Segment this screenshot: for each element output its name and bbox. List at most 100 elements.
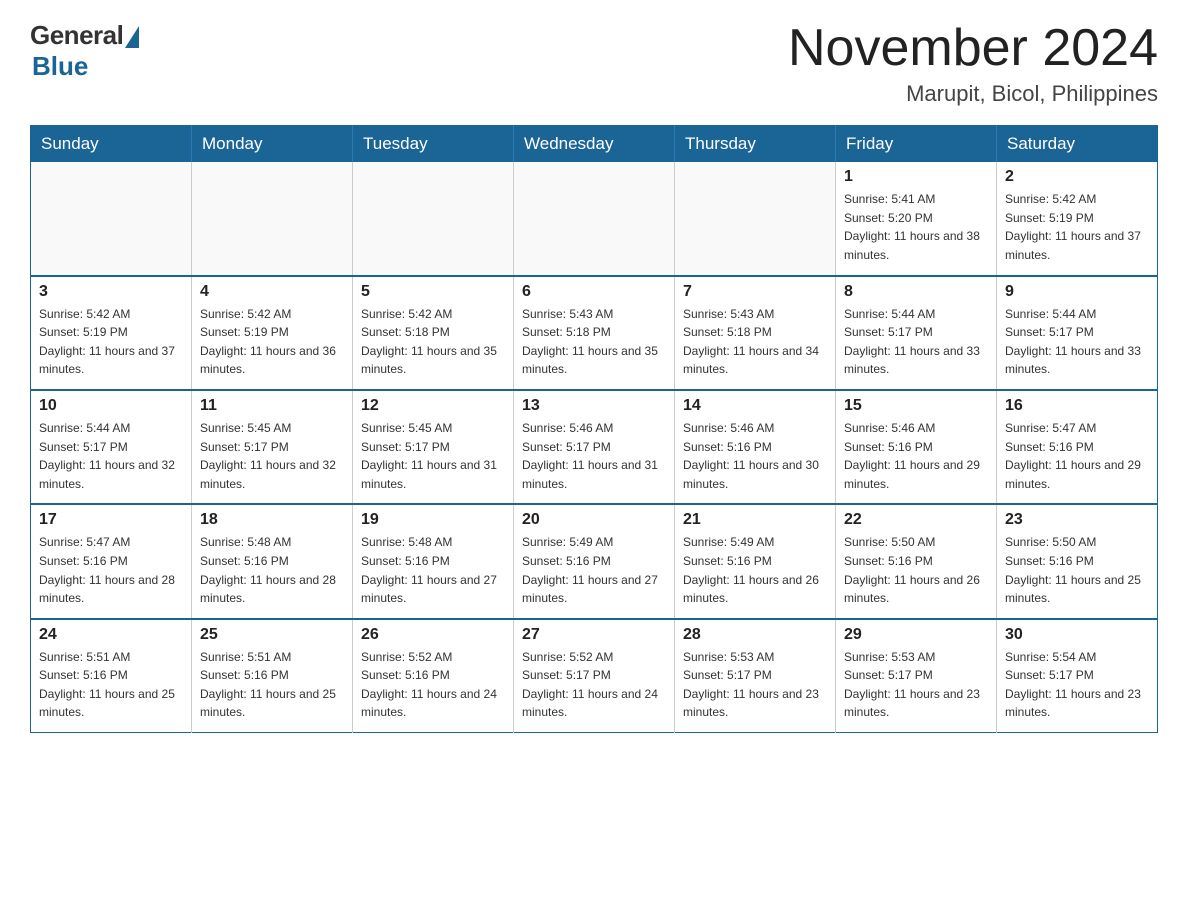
calendar-cell: 1 Sunrise: 5:41 AMSunset: 5:20 PMDaylight…	[836, 162, 997, 275]
day-number: 20	[522, 511, 666, 529]
logo-general-text: General	[30, 20, 123, 51]
weekday-header-thursday: Thursday	[675, 126, 836, 163]
day-number: 12	[361, 397, 505, 415]
day-number: 1	[844, 168, 988, 186]
weekday-header-row: SundayMondayTuesdayWednesdayThursdayFrid…	[31, 126, 1158, 163]
day-info: Sunrise: 5:49 AMSunset: 5:16 PMDaylight:…	[683, 533, 827, 607]
day-number: 10	[39, 397, 183, 415]
logo-blue-text: Blue	[32, 51, 88, 81]
week-row-1: 1 Sunrise: 5:41 AMSunset: 5:20 PMDaylight…	[31, 162, 1158, 275]
calendar-cell: 21Sunrise: 5:49 AMSunset: 5:16 PMDayligh…	[675, 504, 836, 618]
day-info: Sunrise: 5:48 AMSunset: 5:16 PMDaylight:…	[200, 533, 344, 607]
calendar-cell: 4 Sunrise: 5:42 AMSunset: 5:19 PMDaylight…	[192, 276, 353, 390]
calendar-cell	[514, 162, 675, 275]
day-number: 25	[200, 626, 344, 644]
day-number: 30	[1005, 626, 1149, 644]
day-number: 23	[1005, 511, 1149, 529]
day-info: Sunrise: 5:44 AMSunset: 5:17 PMDaylight:…	[39, 419, 183, 493]
day-number: 18	[200, 511, 344, 529]
week-row-3: 10 Sunrise: 5:44 AMSunset: 5:17 PMDayligh…	[31, 390, 1158, 504]
day-number: 3	[39, 283, 183, 301]
weekday-header-tuesday: Tuesday	[353, 126, 514, 163]
day-number: 15	[844, 397, 988, 415]
day-info: Sunrise: 5:50 AMSunset: 5:16 PMDaylight:…	[844, 533, 988, 607]
day-info: Sunrise: 5:46 AMSunset: 5:16 PMDaylight:…	[844, 419, 988, 493]
calendar-cell: 25 Sunrise: 5:51 AMSunset: 5:16 PMDayligh…	[192, 619, 353, 733]
calendar-table: SundayMondayTuesdayWednesdayThursdayFrid…	[30, 125, 1158, 733]
calendar-cell: 23 Sunrise: 5:50 AMSunset: 5:16 PMDayligh…	[997, 504, 1158, 618]
calendar-cell	[31, 162, 192, 275]
day-info: Sunrise: 5:52 AMSunset: 5:17 PMDaylight:…	[522, 648, 666, 722]
calendar-cell: 27 Sunrise: 5:52 AMSunset: 5:17 PMDayligh…	[514, 619, 675, 733]
title-section: November 2024 Marupit, Bicol, Philippine…	[788, 20, 1158, 107]
day-info: Sunrise: 5:41 AMSunset: 5:20 PMDaylight:…	[844, 190, 988, 264]
calendar-cell: 18 Sunrise: 5:48 AMSunset: 5:16 PMDayligh…	[192, 504, 353, 618]
calendar-cell: 14 Sunrise: 5:46 AMSunset: 5:16 PMDayligh…	[675, 390, 836, 504]
day-info: Sunrise: 5:42 AMSunset: 5:19 PMDaylight:…	[200, 305, 344, 379]
day-info: Sunrise: 5:43 AMSunset: 5:18 PMDaylight:…	[522, 305, 666, 379]
calendar-cell: 11 Sunrise: 5:45 AMSunset: 5:17 PMDayligh…	[192, 390, 353, 504]
day-number: 29	[844, 626, 988, 644]
calendar-cell: 9 Sunrise: 5:44 AMSunset: 5:17 PMDaylight…	[997, 276, 1158, 390]
day-info: Sunrise: 5:44 AMSunset: 5:17 PMDaylight:…	[844, 305, 988, 379]
calendar-cell: 29 Sunrise: 5:53 AMSunset: 5:17 PMDayligh…	[836, 619, 997, 733]
calendar-cell: 7Sunrise: 5:43 AMSunset: 5:18 PMDaylight…	[675, 276, 836, 390]
day-number: 4	[200, 283, 344, 301]
day-info: Sunrise: 5:48 AMSunset: 5:16 PMDaylight:…	[361, 533, 505, 607]
calendar-cell: 26Sunrise: 5:52 AMSunset: 5:16 PMDayligh…	[353, 619, 514, 733]
day-number: 9	[1005, 283, 1149, 301]
day-info: Sunrise: 5:49 AMSunset: 5:16 PMDaylight:…	[522, 533, 666, 607]
week-row-2: 3 Sunrise: 5:42 AMSunset: 5:19 PMDaylight…	[31, 276, 1158, 390]
day-number: 5	[361, 283, 505, 301]
day-number: 19	[361, 511, 505, 529]
calendar-cell	[192, 162, 353, 275]
calendar-cell	[353, 162, 514, 275]
day-number: 28	[683, 626, 827, 644]
day-info: Sunrise: 5:46 AMSunset: 5:16 PMDaylight:…	[683, 419, 827, 493]
calendar-cell: 19 Sunrise: 5:48 AMSunset: 5:16 PMDayligh…	[353, 504, 514, 618]
day-info: Sunrise: 5:42 AMSunset: 5:18 PMDaylight:…	[361, 305, 505, 379]
page-header: General Blue November 2024 Marupit, Bico…	[30, 20, 1158, 107]
calendar-cell: 28 Sunrise: 5:53 AMSunset: 5:17 PMDayligh…	[675, 619, 836, 733]
day-info: Sunrise: 5:47 AMSunset: 5:16 PMDaylight:…	[1005, 419, 1149, 493]
calendar-cell: 13Sunrise: 5:46 AMSunset: 5:17 PMDayligh…	[514, 390, 675, 504]
day-info: Sunrise: 5:51 AMSunset: 5:16 PMDaylight:…	[200, 648, 344, 722]
day-number: 6	[522, 283, 666, 301]
day-number: 17	[39, 511, 183, 529]
calendar-cell: 10 Sunrise: 5:44 AMSunset: 5:17 PMDayligh…	[31, 390, 192, 504]
week-row-5: 24 Sunrise: 5:51 AMSunset: 5:16 PMDayligh…	[31, 619, 1158, 733]
day-number: 24	[39, 626, 183, 644]
day-info: Sunrise: 5:54 AMSunset: 5:17 PMDaylight:…	[1005, 648, 1149, 722]
calendar-cell: 30 Sunrise: 5:54 AMSunset: 5:17 PMDayligh…	[997, 619, 1158, 733]
day-info: Sunrise: 5:52 AMSunset: 5:16 PMDaylight:…	[361, 648, 505, 722]
calendar-cell: 16Sunrise: 5:47 AMSunset: 5:16 PMDayligh…	[997, 390, 1158, 504]
calendar-cell: 6 Sunrise: 5:43 AMSunset: 5:18 PMDaylight…	[514, 276, 675, 390]
day-info: Sunrise: 5:45 AMSunset: 5:17 PMDaylight:…	[200, 419, 344, 493]
weekday-header-saturday: Saturday	[997, 126, 1158, 163]
day-info: Sunrise: 5:44 AMSunset: 5:17 PMDaylight:…	[1005, 305, 1149, 379]
day-number: 7	[683, 283, 827, 301]
day-number: 27	[522, 626, 666, 644]
calendar-cell: 15 Sunrise: 5:46 AMSunset: 5:16 PMDayligh…	[836, 390, 997, 504]
day-info: Sunrise: 5:51 AMSunset: 5:16 PMDaylight:…	[39, 648, 183, 722]
weekday-header-monday: Monday	[192, 126, 353, 163]
calendar-cell: 2Sunrise: 5:42 AMSunset: 5:19 PMDaylight…	[997, 162, 1158, 275]
weekday-header-wednesday: Wednesday	[514, 126, 675, 163]
calendar-cell: 22Sunrise: 5:50 AMSunset: 5:16 PMDayligh…	[836, 504, 997, 618]
calendar-cell: 24 Sunrise: 5:51 AMSunset: 5:16 PMDayligh…	[31, 619, 192, 733]
day-info: Sunrise: 5:50 AMSunset: 5:16 PMDaylight:…	[1005, 533, 1149, 607]
weekday-header-sunday: Sunday	[31, 126, 192, 163]
logo-triangle-icon	[125, 26, 139, 48]
calendar-cell: 8Sunrise: 5:44 AMSunset: 5:17 PMDaylight…	[836, 276, 997, 390]
day-info: Sunrise: 5:53 AMSunset: 5:17 PMDaylight:…	[844, 648, 988, 722]
day-number: 13	[522, 397, 666, 415]
day-info: Sunrise: 5:53 AMSunset: 5:17 PMDaylight:…	[683, 648, 827, 722]
day-number: 14	[683, 397, 827, 415]
day-info: Sunrise: 5:42 AMSunset: 5:19 PMDaylight:…	[1005, 190, 1149, 264]
calendar-cell	[675, 162, 836, 275]
day-number: 11	[200, 397, 344, 415]
day-info: Sunrise: 5:42 AMSunset: 5:19 PMDaylight:…	[39, 305, 183, 379]
week-row-4: 17 Sunrise: 5:47 AMSunset: 5:16 PMDayligh…	[31, 504, 1158, 618]
weekday-header-friday: Friday	[836, 126, 997, 163]
day-info: Sunrise: 5:47 AMSunset: 5:16 PMDaylight:…	[39, 533, 183, 607]
